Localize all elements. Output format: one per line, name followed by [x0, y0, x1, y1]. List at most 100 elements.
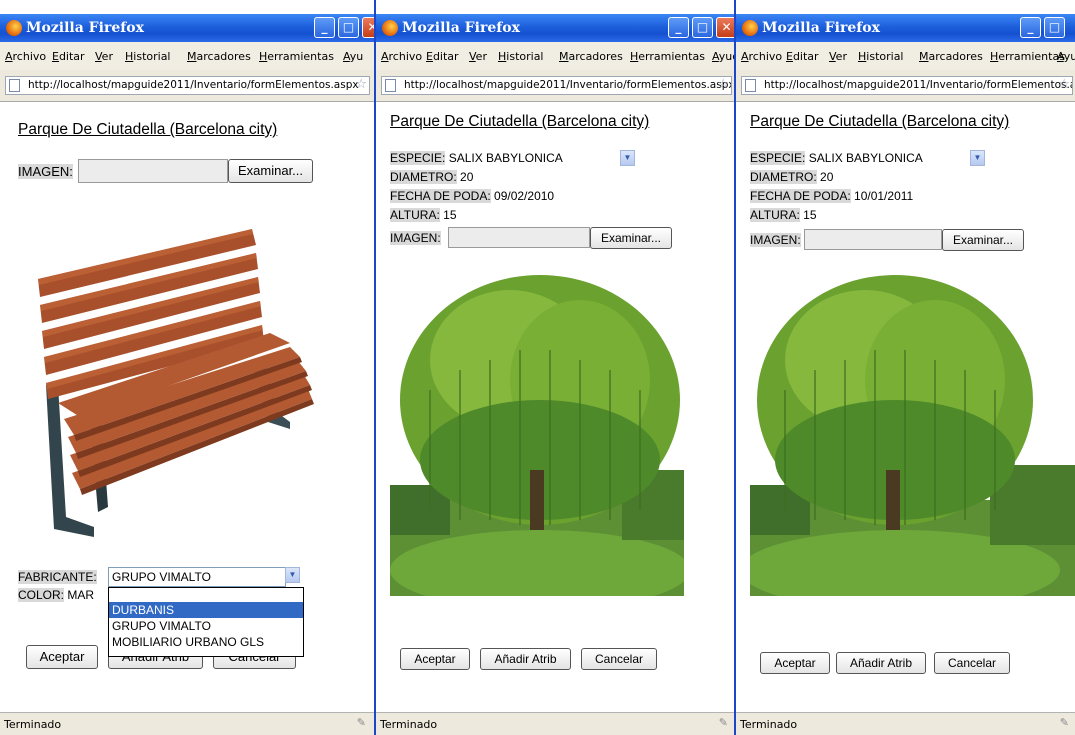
- minimize-icon[interactable]: _: [668, 17, 689, 38]
- menu-herramientas[interactable]: Herramientas: [990, 50, 1065, 63]
- examinar-button[interactable]: Examinar...: [228, 159, 313, 183]
- altura-label: ALTURA:: [750, 208, 800, 222]
- menu-bar: Archivo Editar Ver Historial Marcadores …: [736, 42, 1075, 70]
- title-bar[interactable]: Mozilla Firefox _ □: [736, 14, 1075, 42]
- title-bar[interactable]: Mozilla Firefox _ □ ✕: [0, 14, 374, 42]
- page-icon: [745, 79, 756, 92]
- maximize-icon[interactable]: □: [692, 17, 713, 38]
- dropdown-option[interactable]: GRUPO VIMALTO: [109, 618, 303, 634]
- menu-ver[interactable]: Ver: [469, 50, 487, 63]
- menu-editar[interactable]: Editar: [52, 50, 85, 63]
- menu-ver[interactable]: Ver: [829, 50, 847, 63]
- url-text: http://localhost/mapguide2011/Inventario…: [28, 79, 359, 91]
- diametro-value: 20: [820, 170, 834, 184]
- menu-historial[interactable]: Historial: [125, 50, 171, 63]
- browser-window-bench: Mozilla Firefox _ □ ✕ Archivo Editar Ver…: [0, 0, 374, 735]
- page-content: Parque De Ciutadella (Barcelona city) ES…: [736, 102, 1075, 713]
- fecha-poda-label: FECHA DE PODA:: [390, 189, 491, 203]
- imagen-label: IMAGEN:: [390, 231, 441, 245]
- page-title: Parque De Ciutadella (Barcelona city): [390, 113, 650, 130]
- title-bar[interactable]: Mozilla Firefox _ □ ✕: [376, 14, 736, 42]
- imagen-file-input[interactable]: [804, 229, 942, 250]
- page-content: Parque De Ciutadella (Barcelona city) IM…: [0, 102, 374, 713]
- chevron-down-icon[interactable]: ▼: [970, 150, 985, 166]
- fabricante-select[interactable]: GRUPO VIMALTO: [108, 567, 286, 587]
- maximize-icon[interactable]: □: [338, 17, 359, 38]
- firefox-logo-icon: [6, 20, 22, 36]
- menu-marcadores[interactable]: Marcadores: [559, 50, 623, 63]
- status-bar: Terminado ✎: [376, 712, 736, 735]
- menu-marcadores[interactable]: Marcadores: [919, 50, 983, 63]
- url-input[interactable]: http://localhost/mapguide2011/Inventario…: [5, 76, 370, 95]
- diametro-value: 20: [460, 170, 474, 184]
- menu-archivo[interactable]: Archivo: [5, 50, 46, 63]
- navigation-bar: http://localhost/mapguide2011/Inventario…: [0, 70, 374, 102]
- menu-editar[interactable]: Editar: [786, 50, 819, 63]
- color-value: MAR: [67, 588, 95, 602]
- fabricante-dropdown-list: DURBANIS GRUPO VIMALTO MOBILIARIO URBANO…: [108, 587, 304, 657]
- menu-ayuda[interactable]: Ayu: [343, 50, 363, 63]
- menu-bar: Archivo Editar Ver Historial Marcadores …: [376, 42, 736, 70]
- altura-value: 15: [443, 208, 457, 222]
- minimize-icon[interactable]: _: [1020, 17, 1041, 38]
- window-title: Mozilla Firefox: [402, 20, 520, 36]
- url-input[interactable]: http://localhost/mapguide2011/Inventario…: [381, 76, 732, 95]
- menu-ayuda[interactable]: Ayud: [712, 50, 736, 63]
- menu-ver[interactable]: Ver: [95, 50, 113, 63]
- color-label: COLOR:: [18, 588, 65, 602]
- especie-label: ESPECIE:: [390, 151, 446, 165]
- menu-bar: Archivo Editar Ver Historial Marcadores …: [0, 42, 374, 70]
- menu-editar[interactable]: Editar: [426, 50, 459, 63]
- altura-label: ALTURA:: [390, 208, 440, 222]
- aceptar-button[interactable]: Aceptar: [26, 645, 98, 669]
- page-title: Parque De Ciutadella (Barcelona city): [750, 113, 1010, 130]
- examinar-button[interactable]: Examinar...: [942, 229, 1024, 251]
- menu-ayuda[interactable]: Ayu: [1057, 50, 1075, 63]
- page-icon: [385, 79, 396, 92]
- firefox-logo-icon: [382, 20, 398, 36]
- bookmark-star-icon[interactable]: ☆: [355, 77, 367, 92]
- fecha-poda-value: 10/01/2011: [854, 189, 914, 203]
- imagen-file-input[interactable]: [78, 159, 228, 183]
- menu-herramientas[interactable]: Herramientas: [630, 50, 705, 63]
- aceptar-button[interactable]: Aceptar: [760, 652, 830, 674]
- menu-historial[interactable]: Historial: [498, 50, 544, 63]
- menu-marcadores[interactable]: Marcadores: [187, 50, 251, 63]
- menu-herramientas[interactable]: Herramientas: [259, 50, 334, 63]
- minimize-icon[interactable]: _: [314, 17, 335, 38]
- menu-historial[interactable]: Historial: [858, 50, 904, 63]
- menu-archivo[interactable]: Archivo: [381, 50, 422, 63]
- menu-archivo[interactable]: Archivo: [741, 50, 782, 63]
- bookmark-star-icon[interactable]: ☆: [1058, 77, 1070, 92]
- plugin-icon: ✎: [1059, 716, 1069, 729]
- plugin-icon: ✎: [718, 716, 728, 729]
- chevron-down-icon[interactable]: ▼: [285, 567, 300, 583]
- page-icon: [9, 79, 20, 92]
- aceptar-button[interactable]: Aceptar: [400, 648, 470, 670]
- cancelar-button[interactable]: Cancelar: [934, 652, 1010, 674]
- maximize-icon[interactable]: □: [1044, 17, 1065, 38]
- chevron-down-icon[interactable]: ▼: [620, 150, 635, 166]
- window-title: Mozilla Firefox: [762, 20, 880, 36]
- dropdown-option[interactable]: MOBILIARIO URBANO GLS: [109, 634, 303, 650]
- bookmark-star-icon[interactable]: ☆: [717, 77, 729, 92]
- window-title: Mozilla Firefox: [26, 20, 144, 36]
- anadir-atrib-button[interactable]: Añadir Atrib: [480, 648, 571, 670]
- diametro-label: DIAMETRO:: [390, 170, 457, 184]
- imagen-file-input[interactable]: [448, 227, 590, 248]
- anadir-atrib-button[interactable]: Añadir Atrib: [836, 652, 926, 674]
- close-icon[interactable]: ✕: [716, 17, 736, 38]
- navigation-bar: http://localhost/mapguide2011/Inventario…: [736, 70, 1075, 102]
- dropdown-option[interactable]: DURBANIS: [109, 602, 303, 618]
- url-input[interactable]: http://localhost/mapguide2011/Inventario…: [741, 76, 1073, 95]
- url-text: http://localhost/mapguide2011/Inventario…: [764, 79, 1073, 91]
- status-text: Terminado: [4, 718, 62, 731]
- status-text: Terminado: [740, 718, 798, 731]
- bench-image: [38, 229, 314, 537]
- page-content: Parque De Ciutadella (Barcelona city) ES…: [376, 102, 736, 713]
- cancelar-button[interactable]: Cancelar: [581, 648, 657, 670]
- navigation-bar: http://localhost/mapguide2011/Inventario…: [376, 70, 736, 102]
- examinar-button[interactable]: Examinar...: [590, 227, 672, 249]
- close-icon[interactable]: ✕: [362, 17, 374, 38]
- browser-window-willow-2011: Mozilla Firefox _ □ Archivo Editar Ver H…: [734, 0, 1075, 735]
